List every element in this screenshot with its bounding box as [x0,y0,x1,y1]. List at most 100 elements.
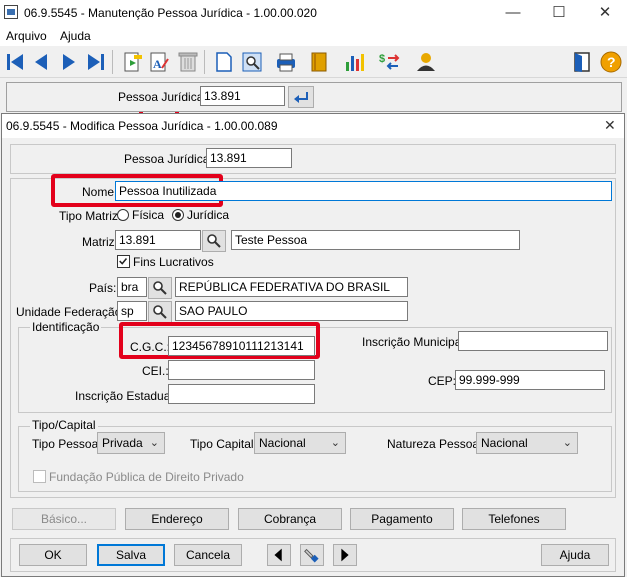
header-group [10,144,616,174]
menu-arquivo[interactable]: Arquivo [6,29,47,43]
previous-page-button[interactable] [267,544,291,566]
magnifier-icon [153,281,167,295]
matriz-code-field[interactable]: 13.891 [115,230,201,250]
window-titlebar: 06.9.5545 - Manutenção Pessoa Jurídica -… [0,0,627,26]
uf-search-button[interactable] [148,301,172,323]
pais-code-field[interactable]: bra [117,277,147,297]
tab-telefones[interactable]: Telefones [462,508,566,530]
previous-record-button[interactable] [29,50,53,74]
chevron-down-icon: ⌄ [562,437,572,449]
close-window-button[interactable]: ✕ [582,0,627,26]
fundacao-label: Fundação Pública de Direito Privado [49,470,244,484]
last-icon [88,54,104,70]
minimize-button[interactable]: — [490,0,536,26]
preview-icon [242,52,262,72]
pais-label: País: [89,281,117,295]
print-button[interactable] [274,50,298,74]
search-pessoa-juridica-label: Pessoa Jurídica: [118,90,207,104]
nome-label: Nome: [82,185,118,199]
toolbar: A $ ? [0,46,627,124]
nome-field[interactable]: Pessoa Inutilizada [115,181,612,201]
tab-pagamento[interactable]: Pagamento [350,508,454,530]
tipo-matriz-juridica-label: Jurídica [187,208,230,222]
ajuda-button[interactable]: Ajuda [541,544,609,566]
edit-record-button[interactable]: A [147,50,171,74]
book-button[interactable] [307,50,331,74]
tipo-capital-legend: Tipo/Capital [30,418,98,432]
ok-button[interactable]: OK [19,544,87,566]
preview-button[interactable] [240,50,264,74]
pessoa-juridica-label: Pessoa Jurídica: [124,152,213,166]
fundacao-checkbox[interactable] [33,470,46,483]
tipo-pessoa-select[interactable]: Privada ⌄ [97,432,165,454]
dialog-title: 06.9.5545 - Modifica Pessoa Jurídica - 1… [6,119,278,133]
document-button[interactable] [212,50,236,74]
identificacao-legend: Identificação [30,320,102,334]
user-icon [417,53,435,71]
tab-basico[interactable]: Básico... [12,508,116,530]
last-record-button[interactable] [84,50,108,74]
book-icon [311,52,327,72]
pessoa-juridica-field[interactable]: 13.891 [206,148,292,168]
toolbar-separator [112,50,113,74]
edit-record-icon: A [150,52,169,72]
lock-button[interactable] [300,544,324,566]
cei-field[interactable] [168,360,315,380]
dialog-close-button[interactable]: ✕ [604,117,616,134]
search-strip [6,82,622,112]
tipo-capital-select[interactable]: Nacional ⌄ [254,432,346,454]
tab-cobranca[interactable]: Cobrança [238,508,342,530]
help-icon: ? [600,51,622,73]
delete-icon [178,52,198,72]
inscricao-municipal-field[interactable] [458,331,608,351]
chart-button[interactable] [342,50,366,74]
search-pessoa-juridica-input[interactable]: 13.891 [200,86,285,106]
user-button[interactable] [414,50,438,74]
uf-label: Unidade Federação: [16,305,125,319]
help-button[interactable]: ? [599,50,623,74]
tipo-matriz-juridica-radio[interactable] [172,209,184,221]
delete-button[interactable] [176,50,200,74]
matriz-search-button[interactable] [202,230,226,252]
app-icon [4,5,18,19]
dialog-titlebar: 06.9.5545 - Modifica Pessoa Jurídica - 1… [2,114,624,138]
new-record-button[interactable] [120,50,144,74]
salva-button[interactable]: Salva [97,544,165,566]
menu-ajuda[interactable]: Ajuda [60,29,91,43]
magnifier-icon [207,234,221,248]
next-page-button[interactable] [333,544,357,566]
first-icon [7,54,23,70]
print-icon [277,53,295,72]
document-icon [216,52,232,72]
window-title: 06.9.5545 - Manutenção Pessoa Jurídica -… [24,6,317,20]
cancela-button[interactable]: Cancela [174,544,242,566]
tab-endereco[interactable]: Endereço [125,508,229,530]
next-record-button[interactable] [57,50,81,74]
help-glyph: ? [607,54,616,70]
menu-bar: Arquivo Ajuda [0,26,627,46]
uf-code-field[interactable]: sp [117,301,147,321]
tipo-matriz-fisica-label: Física [132,208,165,222]
first-record-button[interactable] [3,50,27,74]
svg-text:$: $ [379,53,385,65]
cgc-label: C.G.C.: [130,340,171,354]
chevron-down-icon: ⌄ [149,437,159,449]
maximize-button[interactable]: ☐ [536,0,582,26]
flashlight-icon [304,548,319,563]
search-enter-button[interactable] [288,86,314,108]
pais-name-field: REPÚBLICA FEDERATIVA DO BRASIL [175,277,408,297]
cgc-field[interactable]: 12345678910111213141 [168,336,315,356]
exit-button[interactable] [570,50,594,74]
svg-text:A: A [153,57,162,71]
toolbar-separator [204,50,205,74]
cep-field[interactable]: 99.999-999 [455,370,605,390]
fins-lucrativos-checkbox[interactable] [117,255,130,268]
cep-label: CEP: [428,374,457,388]
magnifier-icon [153,305,167,319]
tipo-matriz-fisica-radio[interactable] [117,209,129,221]
natureza-pessoa-select[interactable]: Nacional ⌄ [476,432,578,454]
pais-search-button[interactable] [148,277,172,299]
enter-icon [294,92,308,103]
inscricao-estadual-field[interactable] [168,384,315,404]
exchange-button[interactable]: $ [378,50,402,74]
